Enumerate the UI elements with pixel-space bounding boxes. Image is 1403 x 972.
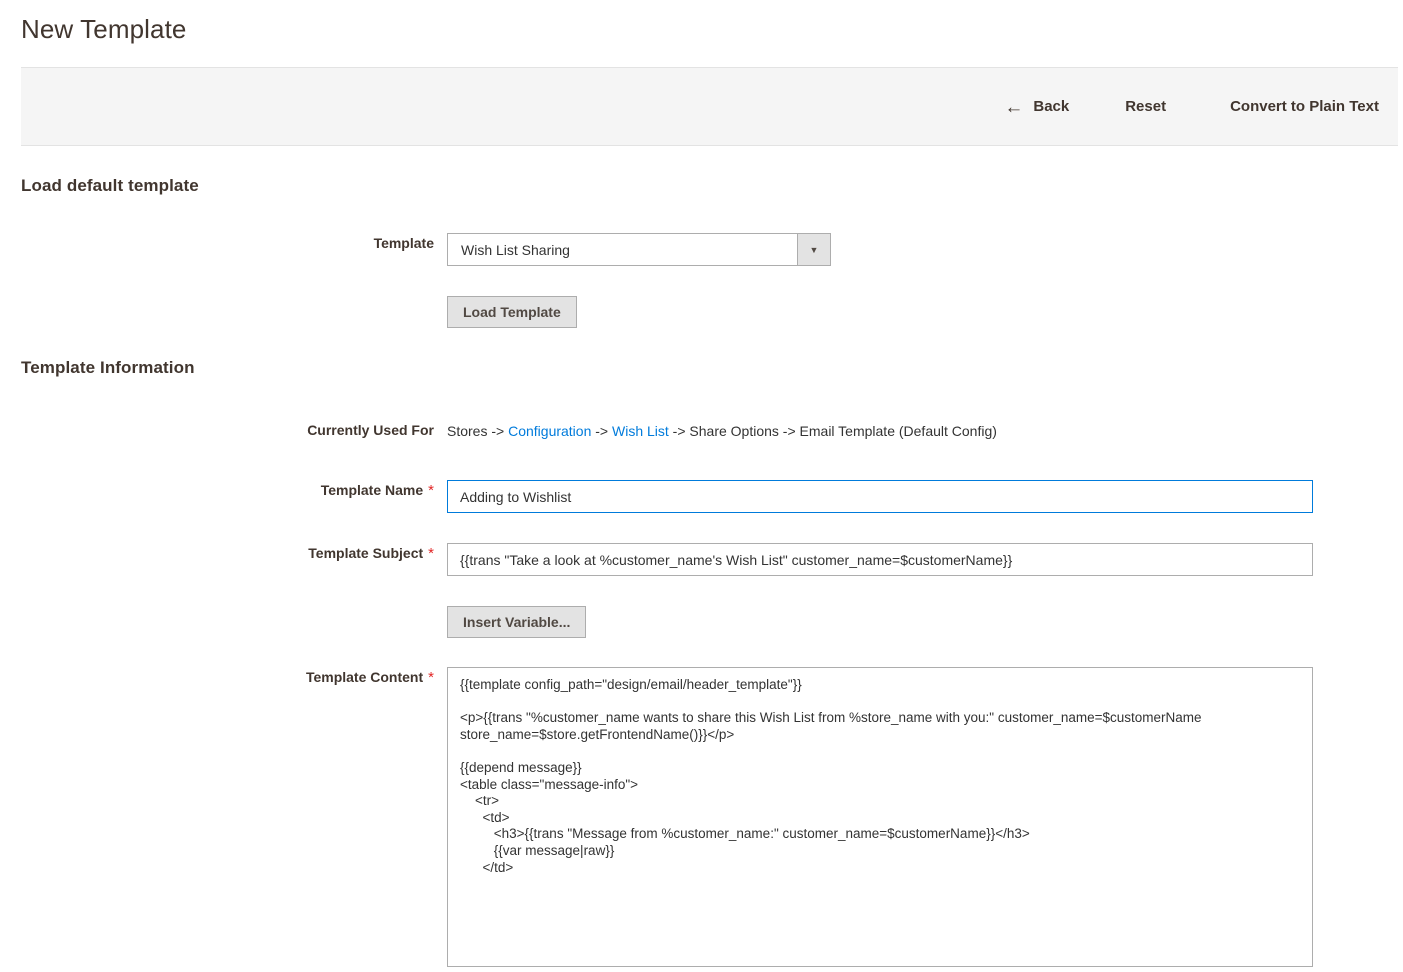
template-name-row: Template Name * <box>0 480 1403 513</box>
template-content-label: Template Content * <box>0 667 447 688</box>
required-asterisk-template-content: * <box>428 669 434 686</box>
template-select[interactable]: Wish List Sharing ▼ <box>447 233 831 266</box>
insert-variable-button[interactable]: Insert Variable... <box>447 606 587 638</box>
convert-to-plain-text-button[interactable]: Convert to Plain Text <box>1220 92 1389 121</box>
template-name-input[interactable] <box>447 480 1313 513</box>
template-information-section: Template Information Currently Used For … <box>0 358 1403 972</box>
breadcrumb-tail: Share Options -> Email Template (Default… <box>689 423 997 439</box>
template-select-row: Template Wish List Sharing ▼ <box>0 233 1403 266</box>
template-subject-label-text: Template Subject <box>308 545 424 561</box>
template-content-label-text: Template Content <box>305 669 424 685</box>
insert-variable-row: Insert Variable... <box>0 606 1403 638</box>
breadcrumb-sep-3: -> <box>668 423 690 439</box>
template-content-row: Template Content * {{template config_path… <box>0 667 1403 972</box>
template-select-label: Template <box>373 235 434 251</box>
arrow-left-icon: ← <box>1004 97 1024 118</box>
template-name-label: Template Name * <box>0 480 447 501</box>
reset-button[interactable]: Reset <box>1115 92 1176 121</box>
back-button-label: Back <box>1033 98 1070 115</box>
load-default-template-heading: Load default template <box>21 176 199 195</box>
template-name-label-text: Template Name <box>320 482 424 498</box>
chevron-down-icon[interactable]: ▼ <box>797 234 830 265</box>
page-actions-toolbar: ← Back Reset Convert to Plain Text <box>21 67 1398 146</box>
reset-button-label: Reset <box>1125 98 1167 115</box>
currently-used-for-value: Stores -> Configuration -> Wish List -> … <box>447 420 1403 441</box>
page-title: New Template <box>21 14 187 44</box>
template-select-value: Wish List Sharing <box>461 241 570 258</box>
currently-used-for-row: Currently Used For Stores -> Configurati… <box>0 420 1403 441</box>
breadcrumb-sep-1: -> <box>487 423 509 439</box>
template-subject-row: Template Subject * <box>0 543 1403 576</box>
breadcrumb-sep-2: -> <box>591 423 612 439</box>
template-content-textarea[interactable]: {{template config_path="design/email/hea… <box>447 667 1313 967</box>
currently-used-for-label: Currently Used For <box>307 422 434 438</box>
template-subject-input[interactable] <box>447 543 1313 576</box>
required-asterisk-template-subject: * <box>428 545 434 562</box>
load-template-button-row: Load Template <box>0 296 1403 328</box>
breadcrumb-link-wish-list[interactable]: Wish List <box>612 423 669 439</box>
template-subject-label: Template Subject * <box>0 543 447 564</box>
required-asterisk-template-name: * <box>428 482 434 499</box>
breadcrumb-link-configuration[interactable]: Configuration <box>508 423 591 439</box>
convert-to-plain-text-label: Convert to Plain Text <box>1230 98 1379 115</box>
template-information-heading: Template Information <box>21 358 195 377</box>
load-template-button[interactable]: Load Template <box>447 296 577 328</box>
load-default-template-section: Load default template Template Wish List… <box>0 176 1403 328</box>
back-button[interactable]: ← Back <box>994 91 1079 122</box>
breadcrumb-stores: Stores <box>447 423 488 439</box>
